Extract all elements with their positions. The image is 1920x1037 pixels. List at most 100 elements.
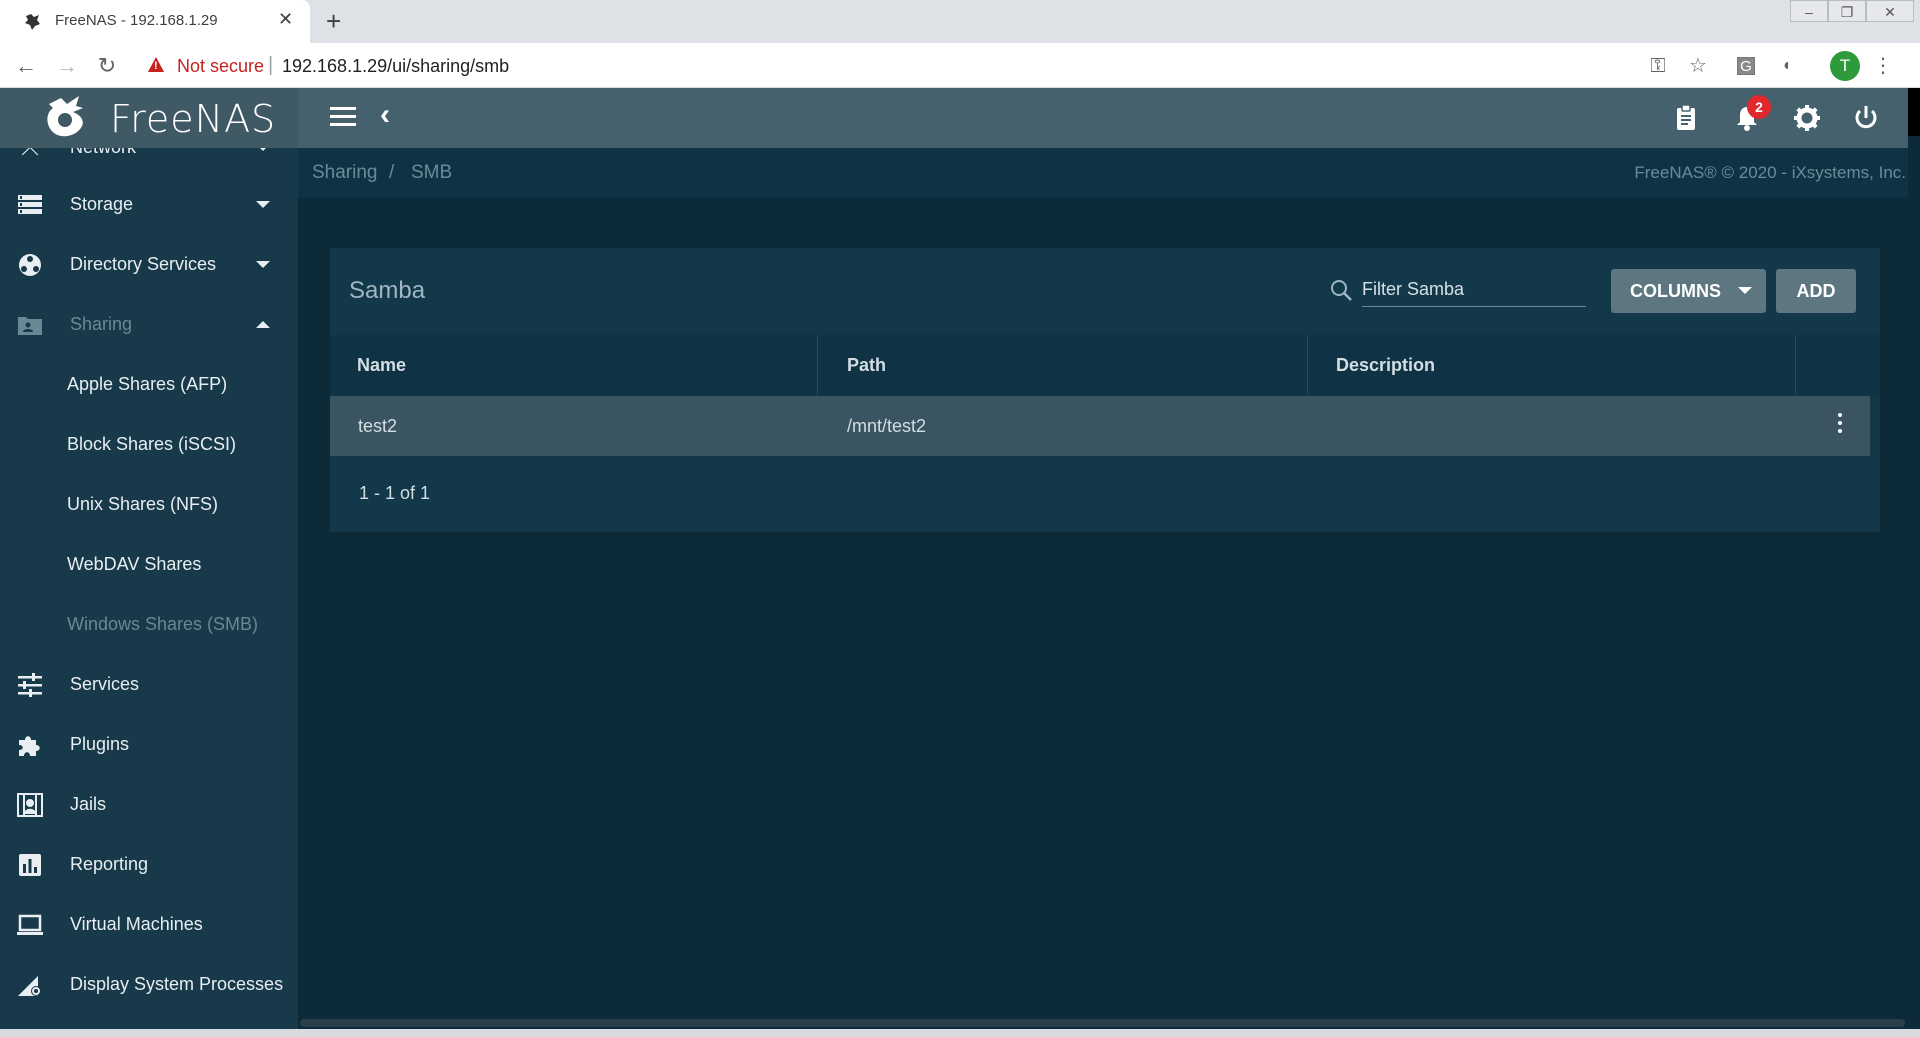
browser-toolbar: ← → ↻ Not secure | 192.168.1.29/ui/shari… xyxy=(0,43,1920,88)
sidebar-subitem-label: WebDAV Shares xyxy=(67,554,202,574)
sidebar-item-label: Jails xyxy=(70,794,107,814)
table-footer: 1 - 1 of 1 xyxy=(330,457,1880,532)
url-text[interactable]: 192.168.1.29/ui/sharing/smb xyxy=(282,56,509,77)
sidebar-item-label: Virtual Machines xyxy=(70,914,203,934)
column-header-label: Path xyxy=(847,355,887,375)
samba-table-card: Samba COLUMNS ADD Name Path Description … xyxy=(330,248,1880,532)
sidebar-item-sharing[interactable]: Sharing xyxy=(0,295,298,355)
chevron-down-icon xyxy=(256,201,270,208)
sidebar-item-label: Network xyxy=(70,148,136,158)
storage-icon xyxy=(18,195,42,214)
column-header-name[interactable]: Name xyxy=(330,335,818,395)
column-header-label: Name xyxy=(357,355,407,375)
plugins-icon xyxy=(19,736,40,756)
chevron-down-icon xyxy=(256,261,270,268)
table-header: Name Path Description xyxy=(330,335,1880,395)
tab-title: FreeNAS - 192.168.1.29 xyxy=(55,12,218,29)
browser-tab-strip: FreeNAS - 192.168.1.29 ✕ + – ❐ ✕ xyxy=(0,0,1920,43)
reload-icon[interactable]: ↻ xyxy=(93,53,121,79)
sidebar-item-label: Storage xyxy=(70,194,134,214)
settings-gear-icon[interactable] xyxy=(1792,103,1822,133)
sidebar-subitem-nfs[interactable]: Unix Shares (NFS) xyxy=(0,475,298,535)
table-row[interactable]: test2 /mnt/test2 xyxy=(330,396,1870,456)
close-window-button[interactable]: ✕ xyxy=(1866,0,1914,22)
sidebar-item-label: Services xyxy=(70,674,140,694)
sidebar-subitem-smb[interactable]: Windows Shares (SMB) xyxy=(0,595,298,655)
sidebar-subitem-iscsi[interactable]: Block Shares (iSCSI) xyxy=(0,415,298,475)
clipboard-icon[interactable] xyxy=(1671,103,1701,133)
power-icon[interactable] xyxy=(1851,103,1881,133)
sidebar-item-storage[interactable]: Storage xyxy=(0,175,298,235)
breadcrumb: Sharing / SMB FreeNAS® © 2020 - iXsystem… xyxy=(298,148,1908,198)
row-actions-more-icon[interactable] xyxy=(1836,413,1844,439)
sidebar-item-directory-services[interactable]: Directory Services xyxy=(0,235,298,295)
extension-circle-icon[interactable]: ◐ xyxy=(1777,55,1799,77)
columns-button-label: COLUMNS xyxy=(1630,280,1721,301)
sidebar-subitem-label: Windows Shares (SMB) xyxy=(67,614,259,634)
card-title: Samba xyxy=(349,277,426,304)
sidebar: ⤧ Network Storage Directory Services Sha… xyxy=(0,148,298,1037)
sidebar-item-label: Reporting xyxy=(70,854,149,874)
sidebar-item-label: Sharing xyxy=(70,314,133,334)
virtual-machines-icon xyxy=(17,914,43,935)
column-header-label: Description xyxy=(1336,355,1436,375)
sidebar-item-virtual-machines[interactable]: Virtual Machines xyxy=(0,895,298,955)
key-icon[interactable]: ⚿ xyxy=(1647,55,1669,77)
sidebar-item-label: Directory Services xyxy=(70,254,217,274)
search-icon xyxy=(1331,280,1352,301)
freenas-logo[interactable]: FreeNAS xyxy=(0,88,298,148)
sidebar-item-label: Plugins xyxy=(70,734,130,754)
sidebar-item-network[interactable]: ⤧ Network xyxy=(0,148,298,178)
copyright-text: FreeNAS® © 2020 - iXsystems, Inc. xyxy=(1634,163,1906,182)
sidebar-item-reporting[interactable]: Reporting xyxy=(0,835,298,895)
address-bar[interactable]: Not secure | 192.168.1.29/ui/sharing/smb xyxy=(138,49,1698,83)
url-separator: | xyxy=(268,54,274,76)
column-header-path[interactable]: Path xyxy=(818,335,1308,395)
add-button[interactable]: ADD xyxy=(1776,269,1856,313)
services-icon xyxy=(18,673,42,697)
network-icon: ⤧ xyxy=(16,148,44,161)
new-tab-button[interactable]: + xyxy=(326,6,341,37)
browser-menu-icon[interactable]: ⋮ xyxy=(1872,55,1894,77)
collapse-sidebar-icon[interactable]: ‹ xyxy=(380,98,390,132)
sidebar-subitem-afp[interactable]: Apple Shares (AFP) xyxy=(0,355,298,415)
menu-toggle-icon[interactable] xyxy=(330,107,356,127)
pagination-range: 1 - 1 of 1 xyxy=(359,483,431,503)
extension-g-icon[interactable]: G xyxy=(1737,57,1755,75)
sidebar-subitem-label: Unix Shares (NFS) xyxy=(67,494,219,514)
cell-name: test2 xyxy=(358,416,398,436)
sidebar-item-system-processes[interactable]: Display System Processes xyxy=(0,955,298,1015)
freenas-favicon-icon xyxy=(25,14,40,30)
sidebar-subitem-label: Apple Shares (AFP) xyxy=(67,374,228,394)
page-edge xyxy=(1908,88,1920,136)
horizontal-scrollbar[interactable] xyxy=(300,1019,1905,1027)
minimize-window-button[interactable]: – xyxy=(1790,0,1828,22)
columns-button[interactable]: COLUMNS xyxy=(1611,269,1766,313)
jails-icon xyxy=(17,793,43,817)
restore-window-button[interactable]: ❐ xyxy=(1828,0,1866,22)
bookmark-star-icon[interactable]: ☆ xyxy=(1687,55,1709,77)
reporting-icon xyxy=(19,854,41,876)
tab-close-icon[interactable]: ✕ xyxy=(278,9,293,30)
filter-samba-input[interactable] xyxy=(1362,273,1586,307)
sidebar-subitem-webdav[interactable]: WebDAV Shares xyxy=(0,535,298,595)
profile-avatar[interactable]: T xyxy=(1830,51,1860,81)
os-taskbar xyxy=(0,1029,1920,1037)
not-secure-label[interactable]: Not secure xyxy=(177,56,264,77)
sidebar-item-services[interactable]: Services xyxy=(0,655,298,715)
back-arrow-icon[interactable]: ← xyxy=(12,53,40,79)
sharing-icon xyxy=(18,317,42,335)
sidebar-item-plugins[interactable]: Plugins xyxy=(0,715,298,775)
chevron-up-icon xyxy=(256,321,270,328)
app-header: FreeNAS ‹ 2 xyxy=(0,88,1908,148)
column-header-description[interactable]: Description xyxy=(1308,335,1796,395)
chevron-down-icon xyxy=(256,148,270,151)
breadcrumb-separator: / xyxy=(389,162,395,183)
forward-arrow-icon[interactable]: → xyxy=(53,53,81,79)
chevron-down-icon xyxy=(1738,287,1752,294)
breadcrumb-sharing-link[interactable]: Sharing xyxy=(312,162,378,184)
system-processes-icon xyxy=(18,976,41,996)
sidebar-item-jails[interactable]: Jails xyxy=(0,775,298,835)
breadcrumb-current: SMB xyxy=(411,162,453,183)
browser-tab[interactable]: FreeNAS - 192.168.1.29 ✕ xyxy=(0,0,310,43)
